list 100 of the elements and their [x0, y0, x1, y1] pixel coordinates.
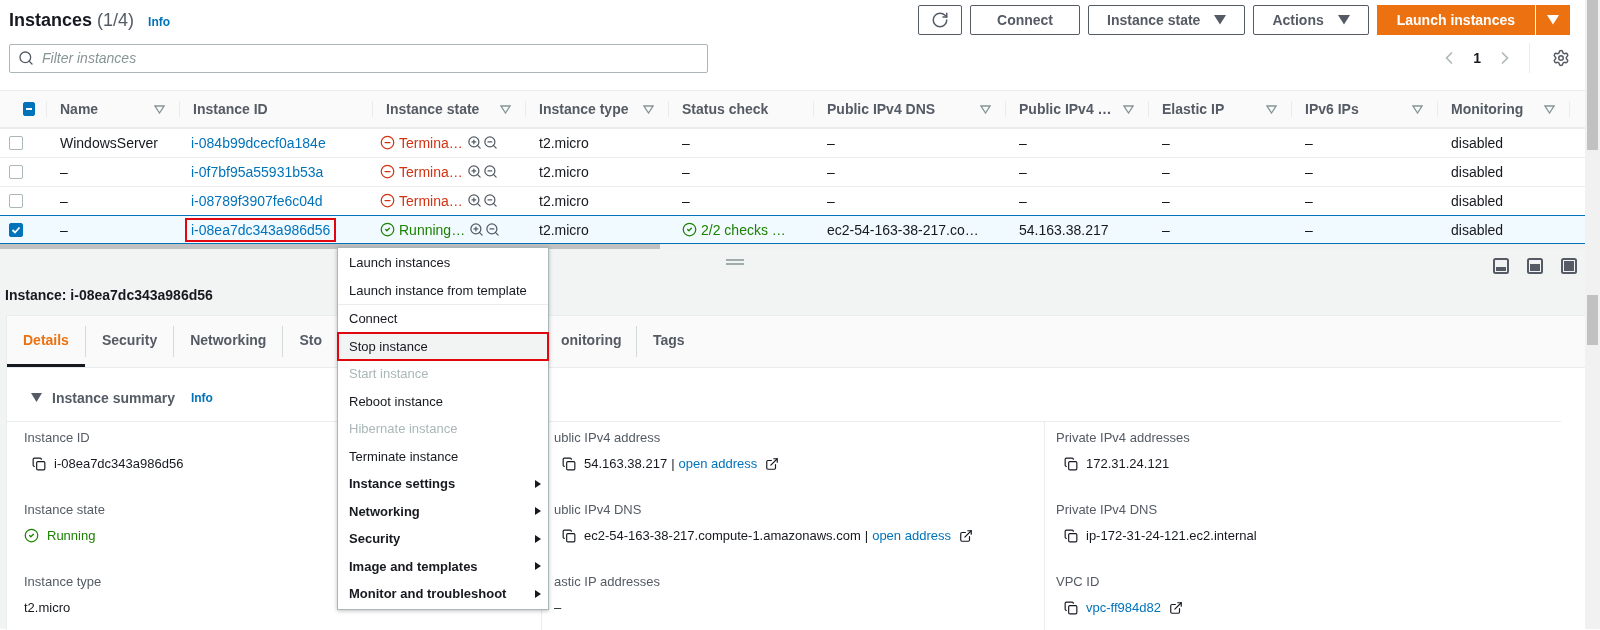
column-header[interactable]: Public IPv4 … — [1019, 101, 1112, 117]
copy-icon[interactable] — [32, 456, 46, 471]
resize-handle-icon[interactable] — [725, 259, 745, 265]
menu-item[interactable]: Instance settings — [338, 470, 548, 498]
field-value: 172.31.24.121 — [1086, 456, 1170, 471]
page-number[interactable]: 1 — [1473, 50, 1481, 66]
table-cell-text: – — [1018, 163, 1028, 180]
column-header[interactable]: Instance type — [539, 101, 629, 117]
search-field[interactable]: Filter instances — [9, 43, 708, 73]
table-cell-text: – — [1161, 221, 1171, 238]
panel-layout-icon[interactable] — [1493, 258, 1509, 274]
column-header[interactable]: Elastic IP — [1162, 101, 1225, 117]
connect-button[interactable]: Connect — [970, 5, 1080, 35]
zoom-out-icon[interactable] — [482, 193, 498, 208]
checkbox[interactable] — [9, 222, 23, 237]
checkbox[interactable] — [23, 102, 35, 116]
column-header[interactable]: Status check — [682, 101, 769, 117]
instance-state: Termina… — [399, 134, 463, 151]
zoom-in-icon[interactable] — [466, 193, 482, 208]
menu-item[interactable]: Image and templates — [338, 552, 548, 580]
tab[interactable]: Sto — [283, 316, 322, 367]
zoom-out-icon[interactable] — [485, 222, 501, 237]
collapse-caret-icon[interactable] — [31, 393, 42, 402]
column-header[interactable]: Public IPv4 DNS — [827, 101, 936, 117]
menu-item[interactable]: Reboot instance — [338, 387, 548, 415]
dropdown-button[interactable]: Instance state — [1088, 5, 1246, 35]
submenu-arrow-icon — [535, 589, 541, 598]
section-title[interactable]: Instance summary — [52, 389, 175, 406]
menu-item[interactable]: Monitor and troubleshoot — [338, 580, 548, 608]
instance-id-link[interactable]: i-084b99dcecf0a184e — [187, 132, 330, 153]
checkbox[interactable] — [9, 164, 23, 179]
instance-id-link[interactable]: i-0f7bf95a55931b53a — [187, 161, 328, 182]
column-header[interactable]: Instance ID — [193, 101, 268, 117]
field-value: ip-172-31-24-121.ec2.internal — [1086, 528, 1257, 543]
table-cell-text: – — [1161, 163, 1171, 180]
panel-layout-icon[interactable] — [1561, 258, 1577, 274]
tab[interactable]: Tags — [636, 316, 701, 367]
link[interactable]: open address — [872, 528, 951, 543]
filter-caret-icon[interactable] — [500, 104, 511, 114]
column-header[interactable]: Name — [60, 101, 99, 117]
check-circle-icon — [24, 528, 39, 543]
menu-item[interactable]: Security — [338, 525, 548, 553]
link[interactable]: vpc-ff984d82 — [1086, 600, 1161, 615]
status-check: – — [682, 163, 690, 180]
zoom-in-icon[interactable] — [469, 222, 485, 237]
info-link[interactable]: Info — [190, 390, 213, 405]
page-title: Instances — [9, 9, 93, 31]
table-cell-text: disabled — [1450, 221, 1505, 238]
copy-icon[interactable] — [562, 528, 576, 543]
panel-layout-icon[interactable] — [1527, 258, 1543, 274]
dropdown-button[interactable]: Actions — [1253, 5, 1369, 35]
zoom-in-icon[interactable] — [466, 135, 482, 150]
table-row[interactable]: – i-08ea7dc343a986d56 Running… t2.micro 2/2 checks … ec2-54-163-38-217.co… 54.163.38.217 – – disabled — [0, 215, 1585, 244]
vertical-scrollbar[interactable] — [1585, 0, 1600, 249]
settings-icon[interactable] — [1552, 49, 1570, 67]
column-header[interactable]: IPv6 IPs — [1305, 101, 1359, 117]
column-header[interactable]: Instance state — [386, 101, 480, 117]
external-link-icon[interactable] — [1168, 600, 1183, 615]
field-label: Private IPv4 DNS — [1056, 502, 1158, 517]
field-label: Private IPv4 addresses — [1056, 430, 1190, 445]
table-cell-text: ec2-54-163-38-217.co… — [826, 221, 980, 238]
copy-icon[interactable] — [1064, 456, 1078, 471]
instance-id-link[interactable]: i-08ea7dc343a986d56 — [187, 219, 335, 240]
instance-id-link[interactable]: i-08789f3907fe6c04d — [187, 190, 327, 211]
menu-item[interactable]: Launch instances — [338, 249, 548, 277]
table-cell-text: disabled — [1450, 163, 1505, 180]
tab[interactable]: onitoring — [547, 316, 636, 367]
filter-caret-icon[interactable] — [1412, 104, 1423, 114]
column-header[interactable]: Monitoring — [1451, 101, 1524, 117]
filter-caret-icon[interactable] — [1123, 104, 1134, 114]
tab[interactable]: Security — [85, 316, 174, 367]
table-cell-text: disabled — [1450, 134, 1505, 151]
external-link-icon[interactable] — [765, 456, 780, 471]
zoom-out-icon[interactable] — [482, 135, 498, 150]
details-title: Instance: i-08ea7dc343a986d56 — [5, 286, 213, 305]
menu-item[interactable]: Launch instance from template — [338, 276, 548, 304]
field-value: t2.micro — [24, 600, 71, 615]
zoom-out-icon[interactable] — [482, 164, 498, 179]
filter-caret-icon[interactable] — [643, 104, 654, 114]
filter-caret-icon[interactable] — [980, 104, 991, 114]
menu-item[interactable]: Stop instance — [338, 332, 548, 360]
info-link[interactable]: Info — [148, 14, 171, 29]
menu-item[interactable]: Networking — [338, 497, 548, 525]
field-value: i-08ea7dc343a986d56 — [54, 456, 184, 471]
checkbox[interactable] — [9, 135, 23, 150]
table-cell-text: – — [826, 192, 836, 209]
menu-item[interactable]: Connect — [338, 305, 548, 333]
checkbox[interactable] — [9, 193, 23, 208]
filter-caret-icon[interactable] — [154, 104, 165, 114]
menu-item[interactable]: Terminate instance — [338, 442, 548, 470]
copy-icon[interactable] — [562, 456, 576, 471]
copy-icon[interactable] — [1064, 600, 1078, 615]
filter-caret-icon[interactable] — [1266, 104, 1277, 114]
refresh-button[interactable] — [918, 5, 962, 35]
filter-caret-icon[interactable] — [1544, 104, 1555, 114]
zoom-in-icon[interactable] — [466, 164, 482, 179]
external-link-icon[interactable] — [958, 528, 973, 543]
copy-icon[interactable] — [1064, 528, 1078, 543]
link[interactable]: open address — [678, 456, 758, 471]
tab[interactable]: Networking — [174, 316, 283, 367]
